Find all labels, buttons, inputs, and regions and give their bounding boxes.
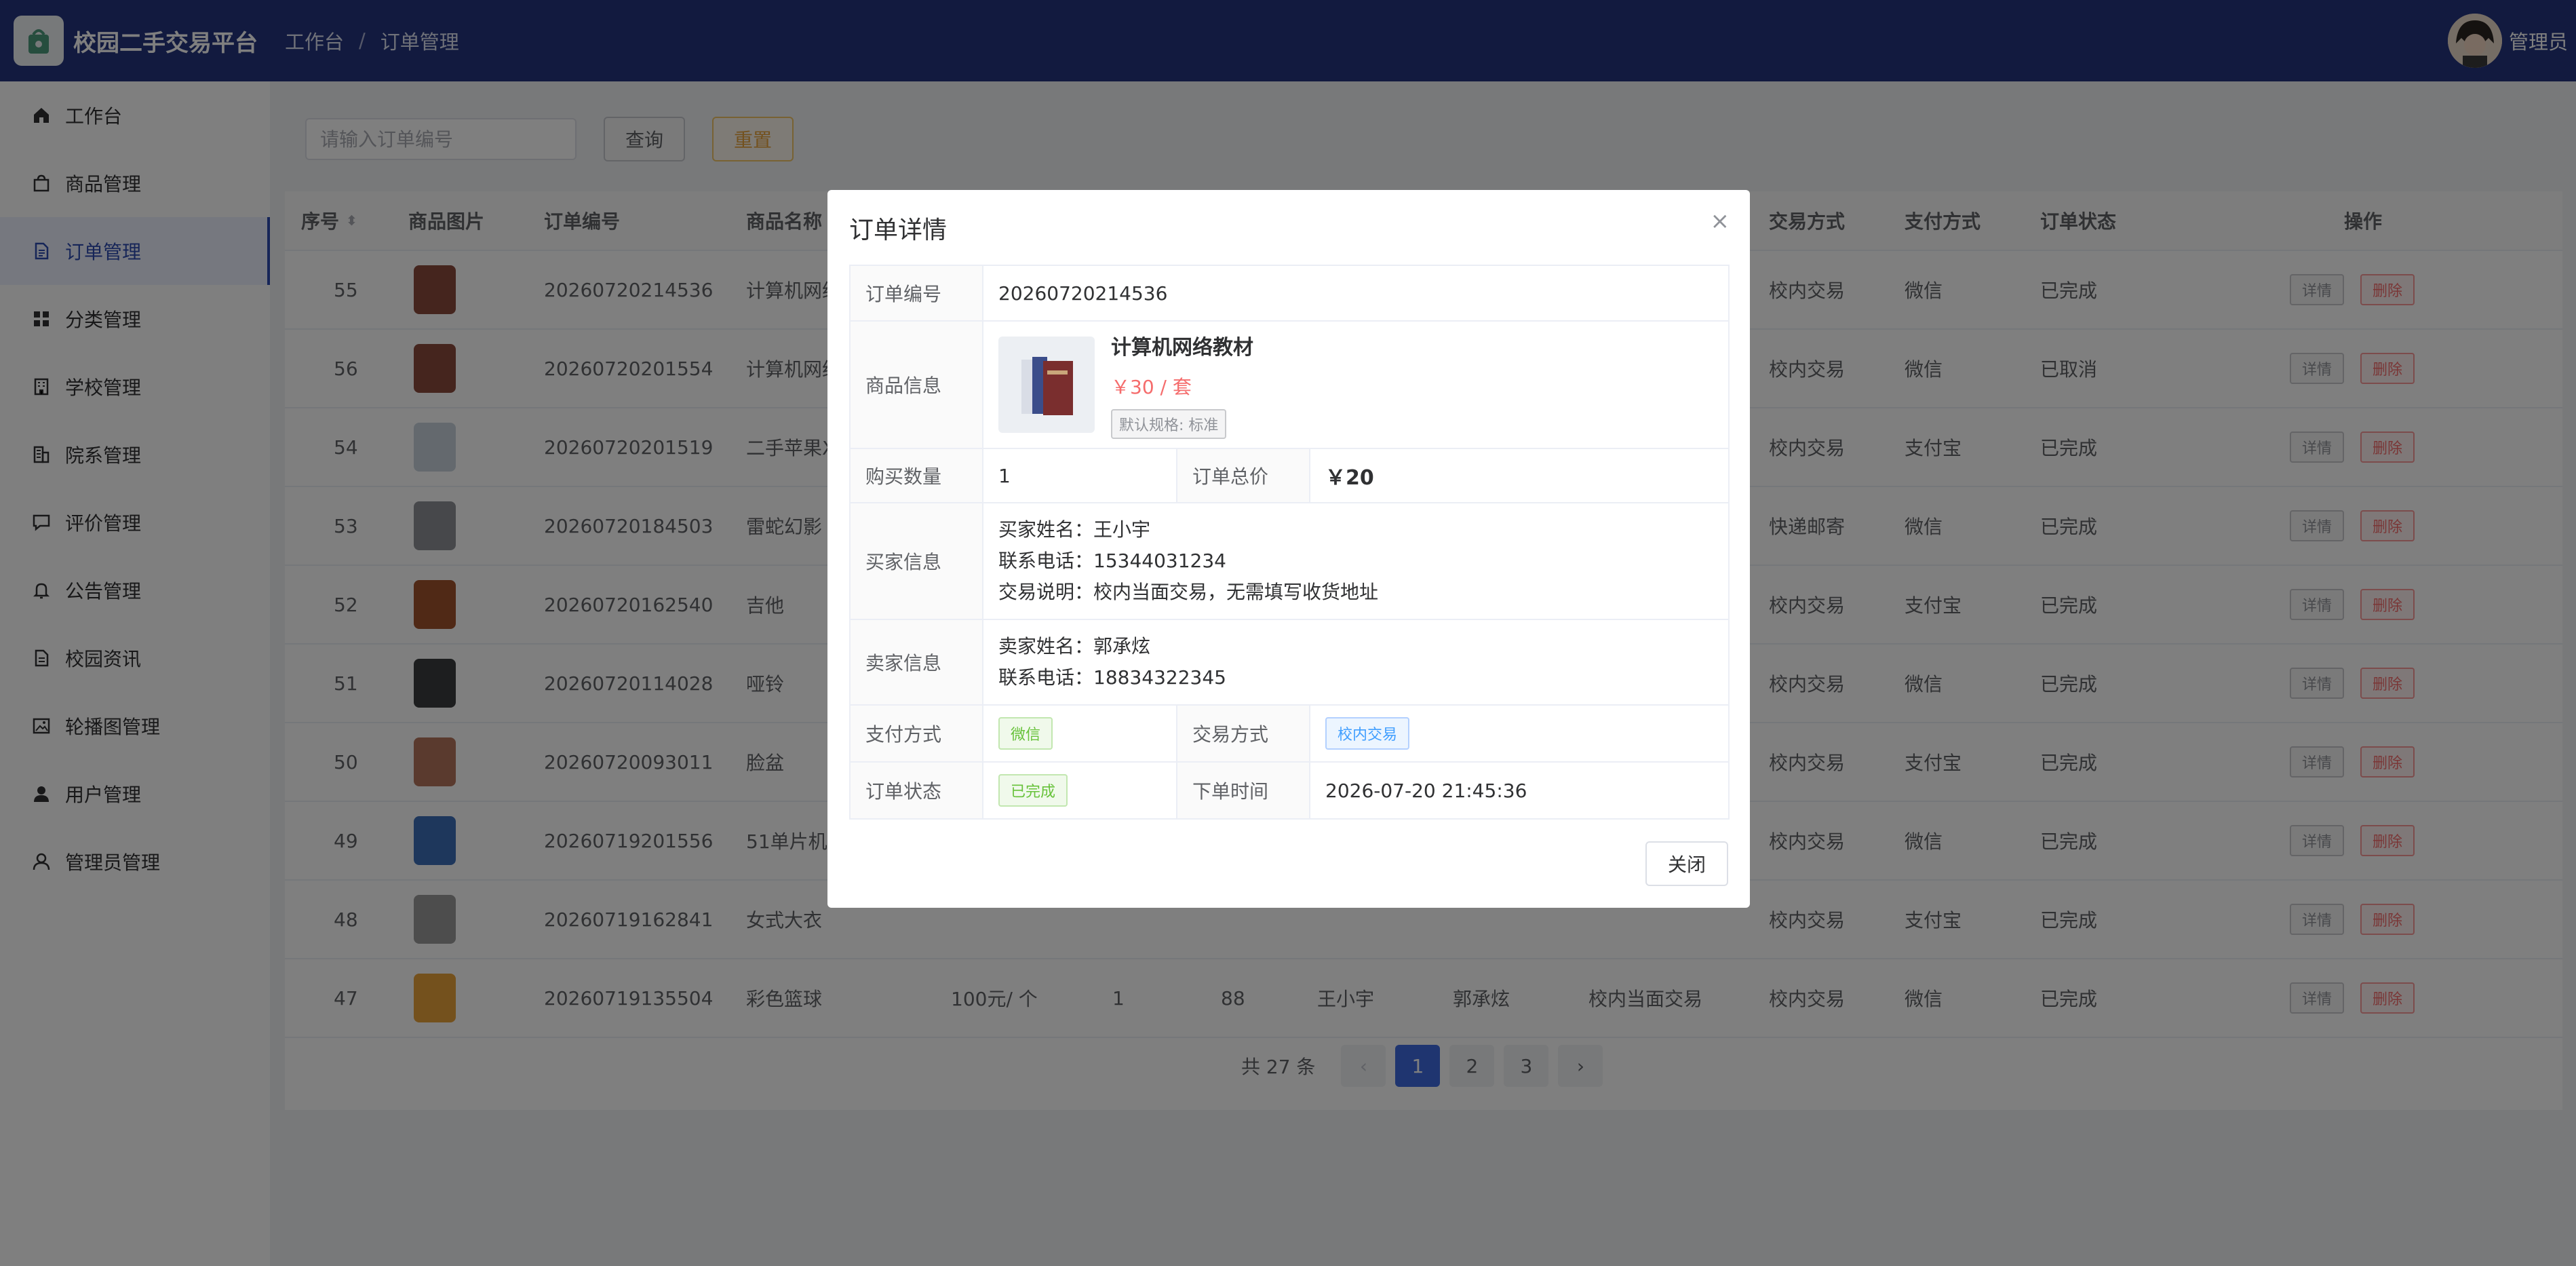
order-status-cell: 已完成 [982, 761, 1177, 820]
buyer-name: 买家姓名：王小宇 [998, 518, 1151, 541]
order-status-tag: 已完成 [998, 774, 1068, 807]
order-time-value: 2026-07-20 21:45:36 [1309, 761, 1730, 820]
buyer-info-cell: 买家姓名：王小宇 联系电话：15344031234 交易说明：校内当面交易，无需… [982, 502, 1730, 620]
seller-phone: 联系电话：18834322345 [998, 666, 1226, 689]
close-icon[interactable]: × [1711, 208, 1730, 235]
order-no-value: 20260720214536 [982, 265, 1730, 322]
payment-method-cell: 微信 [982, 704, 1177, 763]
product-image [998, 337, 1095, 433]
payment-method-label: 支付方式 [849, 704, 983, 763]
order-no-label: 订单编号 [849, 265, 983, 322]
product-info-cell: 计算机网络教材 ￥30 / 套 默认规格: 标准 [982, 320, 1730, 449]
buyer-note: 交易说明：校内当面交易，无需填写收货地址 [998, 581, 1379, 603]
product-info-label: 商品信息 [849, 320, 983, 449]
total-price-label: 订单总价 [1176, 448, 1310, 503]
product-name: 计算机网络教材 [1111, 336, 1253, 360]
order-status-label: 订单状态 [849, 761, 983, 820]
close-button[interactable]: 关闭 [1645, 841, 1728, 886]
seller-info-label: 卖家信息 [849, 619, 983, 706]
trade-method-tag: 校内交易 [1325, 717, 1410, 750]
order-detail-table: 订单编号 20260720214536 商品信息 计算机网络教材 ￥30 / 套… [849, 265, 1730, 820]
product-price: ￥30 / 套 [1111, 376, 1192, 398]
payment-method-tag: 微信 [998, 717, 1053, 750]
total-price-value: ￥20 [1309, 448, 1730, 503]
dialog-title: 订单详情 [849, 216, 948, 244]
product-spec-tag: 默认规格: 标准 [1111, 409, 1227, 439]
trade-method-label: 交易方式 [1176, 704, 1310, 763]
trade-method-cell: 校内交易 [1309, 704, 1730, 763]
seller-info-cell: 卖家姓名：郭承炫 联系电话：18834322345 [982, 619, 1730, 706]
buyer-info-label: 买家信息 [849, 502, 983, 620]
order-time-label: 下单时间 [1176, 761, 1310, 820]
quantity-label: 购买数量 [849, 448, 983, 503]
buyer-phone: 联系电话：15344031234 [998, 550, 1226, 572]
order-detail-dialog: 订单详情 × 订单编号 20260720214536 商品信息 计算机网络教材 … [827, 190, 1750, 908]
quantity-value: 1 [982, 448, 1177, 503]
seller-name: 卖家姓名：郭承炫 [998, 635, 1151, 657]
